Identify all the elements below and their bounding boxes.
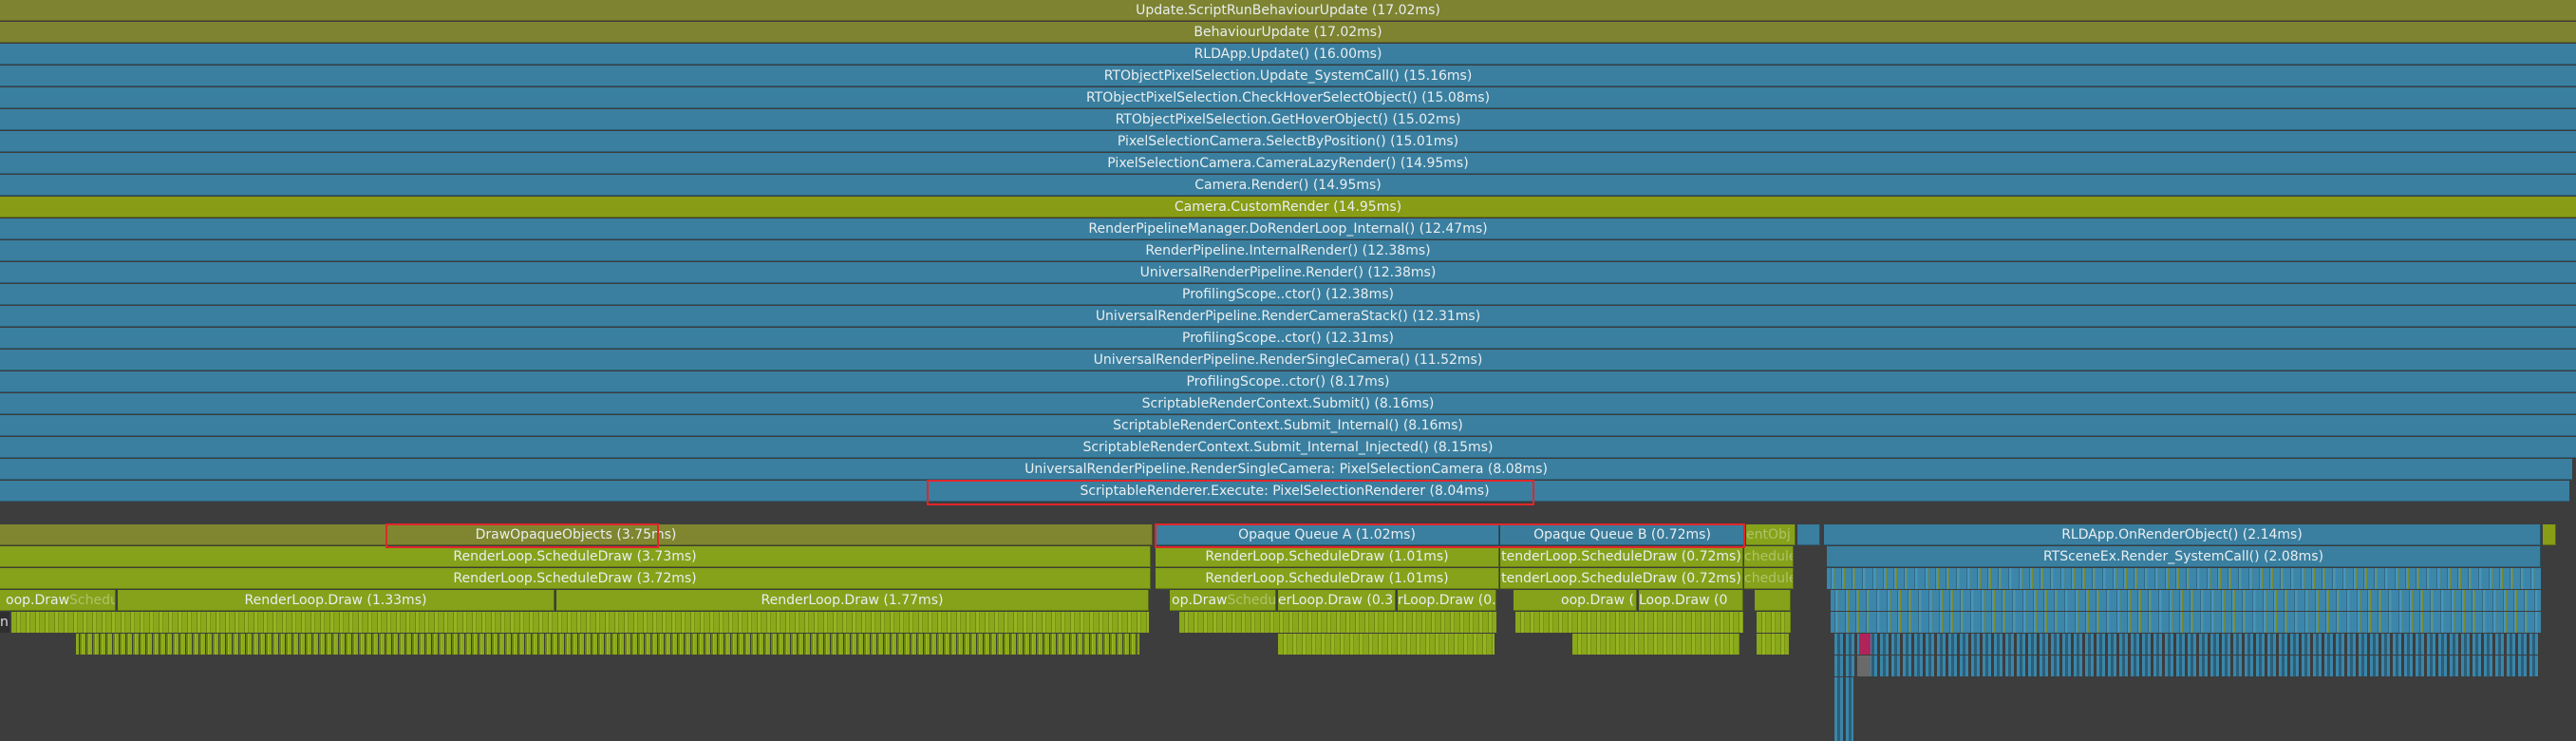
draw-calls-strip-4 <box>1757 612 1791 633</box>
deep-detail-strip-2 <box>1834 677 1853 741</box>
rtscene-detail-strip-2 <box>1831 612 2541 633</box>
call-stack-row[interactable]: UniversalRenderPipeline.Render() (12.38m… <box>0 262 2576 283</box>
flame-graph: Update.ScriptRunBehaviourUpdate (17.02ms… <box>0 0 2576 741</box>
call-stack-row[interactable]: UniversalRenderPipeline.RenderSingleCame… <box>0 350 2576 370</box>
loop-draw-g-bar[interactable]: Loop.Draw (0 <box>1639 590 1743 611</box>
call-stack-row[interactable]: ScriptableRenderContext.Submit() (8.16ms… <box>0 393 2576 414</box>
call-stack-row[interactable]: ProfilingScope..ctor() (8.17ms) <box>0 371 2576 392</box>
rtscene-render-bar[interactable]: RTSceneEx.Render_SystemCall() (2.08ms) <box>1827 546 2541 567</box>
loop-draw-c-bar[interactable]: op.DrawScheduleDraw <box>1170 590 1276 611</box>
left-stub: n <box>0 612 9 633</box>
call-stack-row[interactable]: Camera.Render() (14.95ms) <box>0 175 2576 196</box>
loop-draw-a-bar[interactable]: RenderLoop.Draw (1.33ms) <box>118 590 555 611</box>
draw-calls-strip-3 <box>1515 612 1743 633</box>
event-obj-bar[interactable]: entObj <box>1746 524 1796 545</box>
draw-opaque-objects-bar[interactable]: DrawOpaqueObjects (3.75ms) <box>0 524 1153 545</box>
loop-draw-small-ghost: ScheduleDraw <box>69 593 116 608</box>
call-stack-row[interactable]: ProfilingScope..ctor() (12.38ms) <box>0 284 2576 305</box>
schedule-draw-b-bar[interactable]: RenderLoop.ScheduleDraw (1.01ms) <box>1156 546 1499 567</box>
schedule-draw-e-bar[interactable]: RenderLoop.ScheduleDraw (3.72ms) <box>0 568 1151 589</box>
small-call-bar[interactable] <box>1797 524 1820 545</box>
loop-draw-small-bar[interactable]: oop.DrawScheduleDraw <box>0 590 116 611</box>
loop-draw-h-bar[interactable] <box>1755 590 1791 611</box>
call-stack-row[interactable]: PixelSelectionCamera.CameraLazyRender() … <box>0 153 2576 174</box>
opaque-queue-b-bar[interactable]: Opaque Queue B (0.72ms) <box>1500 524 1745 545</box>
tail-call-bar[interactable] <box>2543 524 2556 545</box>
call-stack-row[interactable]: ProfilingScope..ctor() (12.31ms) <box>0 328 2576 349</box>
schedule-draw-c-bar[interactable]: tenderLoop.ScheduleDraw (0.72ms) <box>1500 546 1743 567</box>
schedule-draw-f-bar[interactable]: RenderLoop.ScheduleDraw (1.01ms) <box>1156 568 1499 589</box>
loop-draw-e-bar[interactable]: rLoop.Draw (0. <box>1398 590 1496 611</box>
call-stack-row[interactable]: ScriptableRenderContext.Submit_Internal(… <box>0 415 2576 436</box>
call-stack-row[interactable]: RenderPipelineManager.DoRenderLoop_Inter… <box>0 218 2576 239</box>
call-stack-row[interactable]: UniversalRenderPipeline.RenderCameraStac… <box>0 306 2576 327</box>
loop-draw-c-ghost: ScheduleDraw <box>1227 593 1276 608</box>
call-stack-row[interactable]: Update.ScriptRunBehaviourUpdate (17.02ms… <box>0 0 2576 21</box>
highlight-call-pink <box>1859 634 1871 655</box>
deep-detail-strip-1 <box>1834 656 2541 676</box>
rtscene-detail-strip-1 <box>1831 590 2541 611</box>
call-stack-row[interactable]: RTObjectPixelSelection.Update_SystemCall… <box>0 66 2576 86</box>
call-stack-row[interactable]: ScriptableRenderContext.Submit_Internal_… <box>0 437 2576 458</box>
schedule-draw-a-bar[interactable]: RenderLoop.ScheduleDraw (3.73ms) <box>0 546 1151 567</box>
draw-calls-strip-1 <box>11 612 1149 633</box>
loop-draw-f-bar[interactable]: oop.Draw ( <box>1514 590 1637 611</box>
call-stack-row[interactable]: UniversalRenderPipeline.RenderSingleCame… <box>0 459 2572 480</box>
call-stack-row[interactable]: RLDApp.Update() (16.00ms) <box>0 44 2576 65</box>
loop-draw-c-label: op.Draw <box>1172 593 1228 608</box>
schedule-draw-h-bar[interactable]: chedule <box>1744 568 1794 589</box>
loop-draw-small-label: oop.Draw <box>6 593 70 608</box>
schedule-draw-d-bar[interactable]: chedule <box>1744 546 1794 567</box>
loop-draw-d-bar[interactable]: erLoop.Draw (0.3 <box>1278 590 1396 611</box>
draw-detail-strip-4 <box>1757 634 1789 655</box>
call-stack-row[interactable]: ScriptableRenderer.Execute: PixelSelecti… <box>0 481 2569 502</box>
call-stack-row[interactable]: Camera.CustomRender (14.95ms) <box>0 197 2576 218</box>
rtscene-detail-strip-3 <box>1834 634 2541 655</box>
call-stack-row[interactable]: RenderPipeline.InternalRender() (12.38ms… <box>0 240 2576 261</box>
rld-app-on-render-object-bar[interactable]: RLDApp.OnRenderObject() (2.14ms) <box>1824 524 2541 545</box>
loop-draw-b-bar[interactable]: RenderLoop.Draw (1.77ms) <box>556 590 1149 611</box>
call-stack-row[interactable]: RTObjectPixelSelection.GetHoverObject() … <box>0 109 2576 130</box>
schedule-draw-g-bar[interactable]: tenderLoop.ScheduleDraw (0.72ms) <box>1500 568 1743 589</box>
call-stack-row[interactable]: PixelSelectionCamera.SelectByPosition() … <box>0 131 2576 152</box>
draw-calls-strip-2 <box>1179 612 1496 633</box>
call-stack-row[interactable]: BehaviourUpdate (17.02ms) <box>0 22 2576 43</box>
opaque-queue-a-bar[interactable]: Opaque Queue A (1.02ms) <box>1156 524 1499 545</box>
draw-detail-strip-3 <box>1572 634 1739 655</box>
draw-detail-strip-2 <box>1278 634 1495 655</box>
draw-detail-strip-1 <box>76 634 1139 655</box>
call-stack-row[interactable]: RTObjectPixelSelection.CheckHoverSelectO… <box>0 87 2576 108</box>
deep-block-grey <box>1857 656 1871 676</box>
rtscene-children-strip <box>1827 568 2541 589</box>
